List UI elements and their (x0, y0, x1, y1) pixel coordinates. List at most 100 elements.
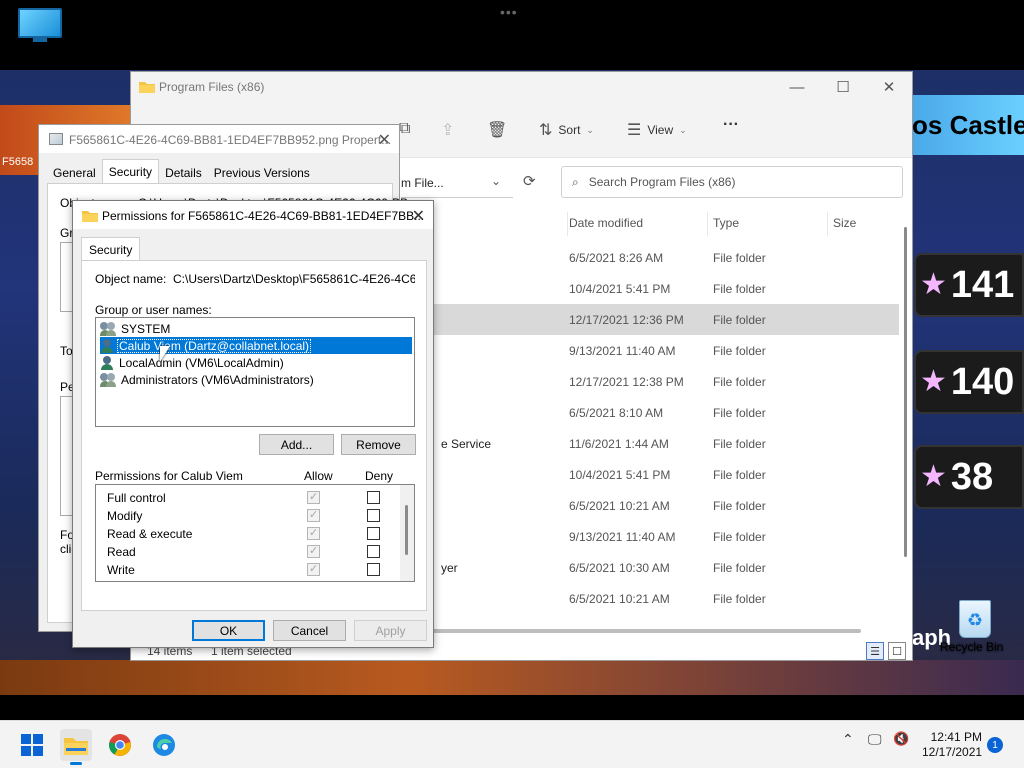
taskbar-chrome[interactable] (104, 729, 136, 761)
start-button[interactable] (16, 729, 48, 761)
permission-row: Modify (96, 506, 402, 524)
permission-row: Write (96, 560, 402, 578)
deny-checkbox[interactable] (367, 491, 380, 504)
user-item-system[interactable]: SYSTEM (100, 320, 172, 337)
monitor-icon (18, 8, 62, 44)
deny-checkbox[interactable] (367, 509, 380, 522)
show-hidden-icons-button[interactable]: ⌃ (842, 731, 854, 748)
allow-checkbox[interactable] (307, 490, 320, 504)
deny-checkbox[interactable] (367, 545, 380, 558)
cancel-button[interactable]: Cancel (273, 620, 346, 641)
user-item-localadmin[interactable]: LocalAdmin (VM6\LocalAdmin) (100, 354, 286, 371)
more-options-button[interactable]: ··· (723, 116, 739, 134)
allow-checkbox[interactable] (307, 508, 320, 522)
permission-name: Full control (107, 491, 166, 505)
file-row[interactable]: 6/5/2021 8:26 AM File folder (421, 242, 899, 273)
file-row[interactable]: 12/17/2021 12:38 PM File folder (421, 366, 899, 397)
allow-checkbox[interactable] (307, 526, 320, 540)
sort-button[interactable]: ⇅ Sort ⌄ (539, 120, 594, 140)
file-row[interactable]: 12/17/2021 12:36 PM File folder (421, 304, 899, 335)
add-button[interactable]: Add... (259, 434, 334, 455)
column-size[interactable]: Size (833, 216, 856, 230)
allow-checkbox[interactable] (307, 544, 320, 558)
permission-name: Read & execute (107, 527, 193, 541)
file-row[interactable]: yer 6/5/2021 10:30 AM File folder (421, 552, 899, 583)
view-button[interactable]: ☰ View ⌄ (627, 120, 687, 140)
share-button[interactable]: ⇪ (441, 120, 454, 140)
system-clock[interactable]: 12:41 PM 12/17/2021 (922, 730, 982, 760)
file-row[interactable]: 10/4/2021 5:41 PM File folder (421, 459, 899, 490)
file-type: File folder (713, 344, 766, 358)
refresh-icon[interactable]: ⟳ (523, 172, 536, 190)
permissions-title-bar[interactable]: Permissions for F565861C-4E26-4C69-BB81-… (73, 201, 433, 229)
file-name: yer (441, 561, 458, 575)
tab-security[interactable]: Security (81, 237, 141, 261)
star-icon: ★ (920, 460, 947, 493)
tab-previous-versions[interactable]: Previous Versions (208, 161, 316, 183)
file-name: e Service (441, 437, 492, 451)
remove-button[interactable]: Remove (341, 434, 416, 455)
notification-badge[interactable]: 1 (987, 737, 1003, 753)
image-file-icon (49, 133, 63, 145)
top-drag-handle[interactable]: ••• (500, 4, 518, 20)
volume-muted-icon[interactable]: 🔇 (893, 731, 909, 747)
edge-icon (153, 734, 175, 756)
file-row[interactable]: 6/5/2021 10:21 AM File folder (421, 583, 899, 614)
details-view-button[interactable]: ☰ (866, 642, 884, 660)
user-item-calub-viem[interactable]: Calub Viem (Dartz@collabnet.local) (100, 337, 412, 354)
file-type: File folder (713, 406, 766, 420)
properties-title-bar[interactable]: F565861C-4E26-4C69-BB81-1ED4EF7BB952.png… (39, 125, 399, 153)
properties-tabs: General Security Details Previous Versio… (47, 159, 316, 183)
explorer-title-bar[interactable]: Program Files (x86) — ☐ ✕ (131, 72, 912, 102)
file-date-modified: 6/5/2021 10:21 AM (569, 499, 670, 513)
clock-time: 12:41 PM (930, 730, 982, 744)
file-type: File folder (713, 313, 766, 327)
deny-checkbox[interactable] (367, 563, 380, 576)
copy-button[interactable]: ⧉ (399, 120, 410, 138)
search-box[interactable]: ⌕ Search Program Files (x86) (561, 166, 903, 198)
file-row[interactable]: 6/5/2021 10:21 AM File folder (421, 490, 899, 521)
chevron-down-icon[interactable]: ⌄ (491, 174, 501, 188)
file-type: File folder (713, 561, 766, 575)
file-type: File folder (713, 375, 766, 389)
permissions-panel: Object name: C:\Users\Dartz\Desktop\F565… (81, 260, 427, 611)
desktop-icon-my-computer[interactable]: My Computer (2, 8, 78, 62)
allow-checkbox[interactable] (307, 562, 320, 576)
file-date-modified: 10/4/2021 5:41 PM (569, 468, 671, 482)
user-label: LocalAdmin (VM6\LocalAdmin) (119, 355, 284, 370)
tab-details[interactable]: Details (159, 161, 208, 183)
file-row[interactable]: 9/13/2021 11:40 AM File folder (421, 335, 899, 366)
deny-checkbox[interactable] (367, 527, 380, 540)
tab-security[interactable]: Security (101, 159, 160, 183)
file-type: File folder (713, 251, 766, 265)
search-input[interactable]: Search Program Files (x86) (589, 175, 736, 189)
file-row[interactable]: 10/4/2021 5:41 PM File folder (421, 273, 899, 304)
recycle-bin-icon: ♻ (959, 600, 991, 638)
file-row[interactable]: 6/5/2021 8:10 AM File folder (421, 397, 899, 428)
apply-button[interactable]: Apply (354, 620, 427, 641)
file-list: 6/5/2021 8:26 AM File folder 10/4/2021 5:4… (421, 242, 899, 614)
sort-icon: ⇅ (539, 122, 553, 139)
file-row[interactable]: e Service 11/6/2021 1:44 AM File folder (421, 428, 899, 459)
minimize-button[interactable]: — (774, 72, 820, 102)
delete-button[interactable]: 🗑 (487, 120, 507, 140)
user-item-administrators[interactable]: Administrators (VM6\Administrators) (100, 371, 316, 388)
file-row[interactable]: 9/13/2021 11:40 AM File folder (421, 521, 899, 552)
ok-button[interactable]: OK (192, 620, 265, 641)
close-button[interactable]: ✕ (378, 130, 391, 150)
permission-scrollbar[interactable] (400, 485, 414, 581)
tiles-view-button[interactable]: ☐ (888, 642, 906, 660)
network-icon[interactable]: 🖵 (868, 731, 882, 748)
tab-general[interactable]: General (47, 161, 102, 183)
desktop-icon-recycle-bin[interactable]: ♻ Recycle Bin (940, 600, 1010, 654)
close-button[interactable]: ✕ (412, 206, 425, 226)
taskbar-edge[interactable] (148, 729, 180, 761)
horizontal-scrollbar[interactable] (431, 629, 861, 633)
column-type[interactable]: Type (713, 216, 739, 230)
allow-column-label: Allow (304, 469, 333, 483)
vertical-scrollbar[interactable] (903, 227, 909, 562)
taskbar-file-explorer[interactable] (60, 729, 92, 765)
maximize-button[interactable]: ☐ (820, 72, 866, 102)
column-date-modified[interactable]: Date modified (569, 216, 643, 230)
close-button[interactable]: ✕ (866, 72, 912, 102)
